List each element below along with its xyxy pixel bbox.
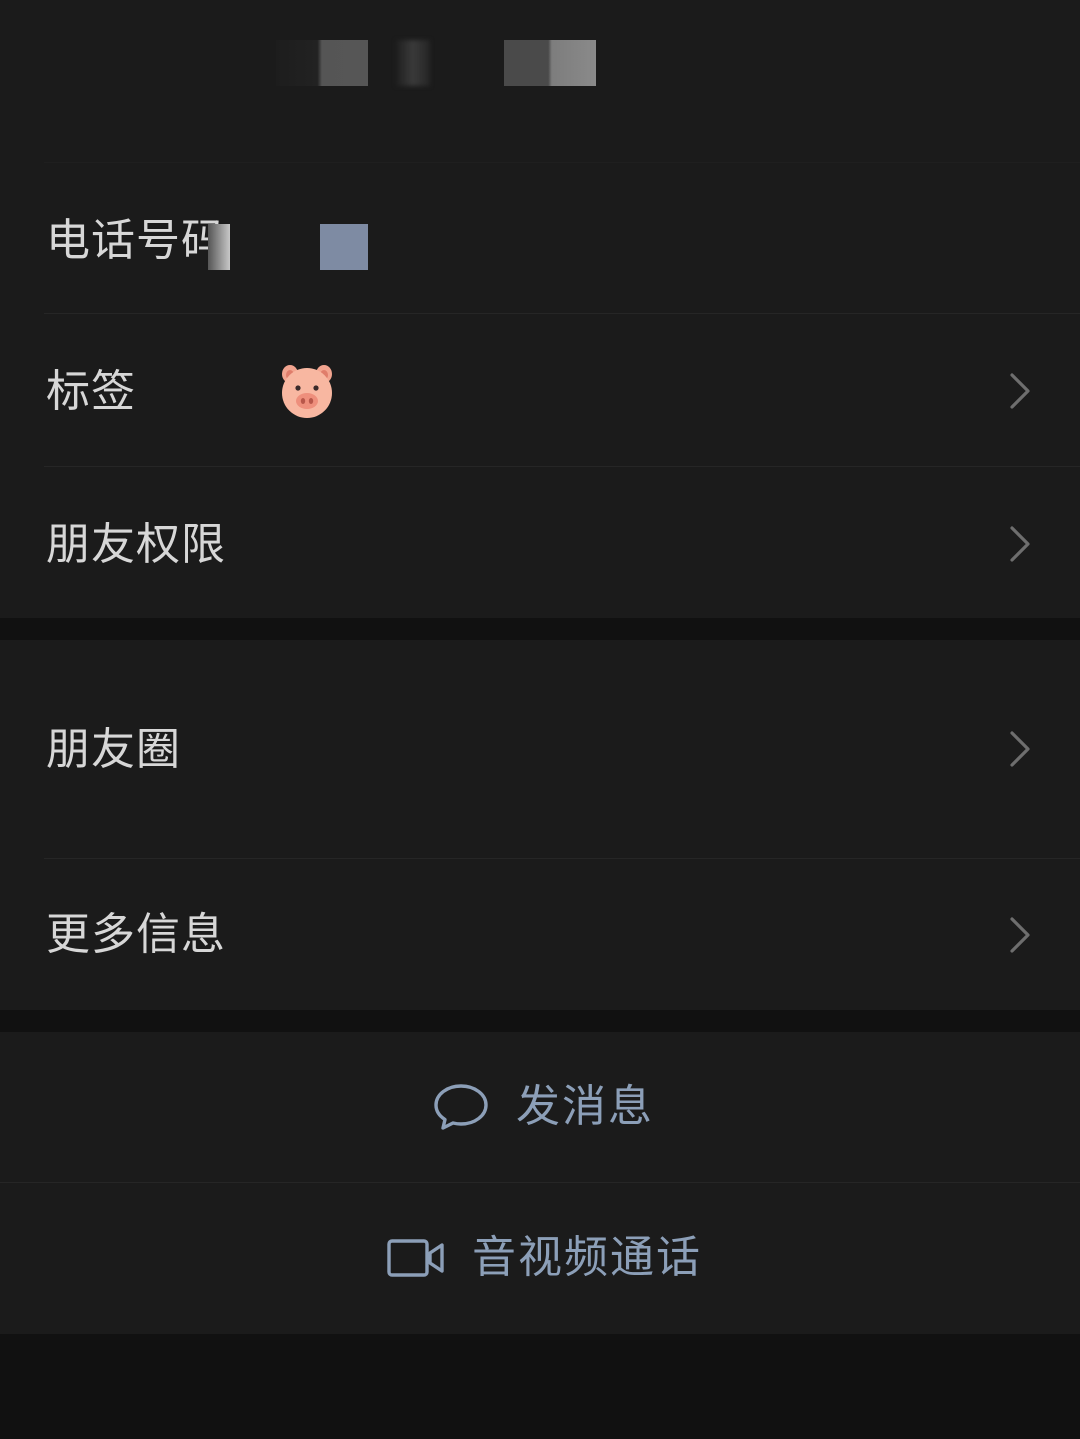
social-panel: 朋友圈 更多信息 [0,640,1080,1010]
more-info-row[interactable]: 更多信息 [0,859,1080,1010]
obscured-name-block [276,40,368,86]
send-message-label: 发消息 [516,1081,654,1132]
action-panel: 发消息 音视频通话 [0,1032,1080,1334]
friend-permissions-row[interactable]: 朋友权限 [0,467,1080,618]
chevron-right-icon [1008,372,1032,410]
obscured-phone-block [320,224,368,270]
video-camera-icon [386,1238,446,1278]
send-message-button[interactable]: 发消息 [0,1032,1080,1182]
pig-face-icon [278,362,336,420]
obscured-name-block [504,40,596,86]
chevron-right-icon [1008,525,1032,563]
video-call-button[interactable]: 音视频通话 [0,1183,1080,1333]
contact-info-panel: 电话号码 标签 朋友权限 [0,0,1080,618]
contact-profile-page: 电话号码 标签 朋友权限 朋友圈 更多信息 发消息 音视频通话 [0,0,1080,1439]
chevron-right-icon [1008,916,1032,954]
chat-bubble-icon [432,1082,490,1132]
moments-row[interactable]: 朋友圈 [0,640,1080,858]
chevron-right-icon [1008,730,1032,768]
obscured-name-block [396,40,430,86]
obscured-phone-block [208,224,230,270]
friend-permissions-label: 朋友权限 [46,519,226,570]
more-info-label: 更多信息 [46,909,226,960]
tags-row[interactable]: 标签 [0,314,1080,466]
phone-row[interactable]: 电话号码 [0,163,1080,313]
tags-label: 标签 [46,366,136,417]
video-call-label: 音视频通话 [472,1232,702,1283]
moments-label: 朋友圈 [46,724,181,775]
phone-label: 电话号码 [46,215,226,266]
